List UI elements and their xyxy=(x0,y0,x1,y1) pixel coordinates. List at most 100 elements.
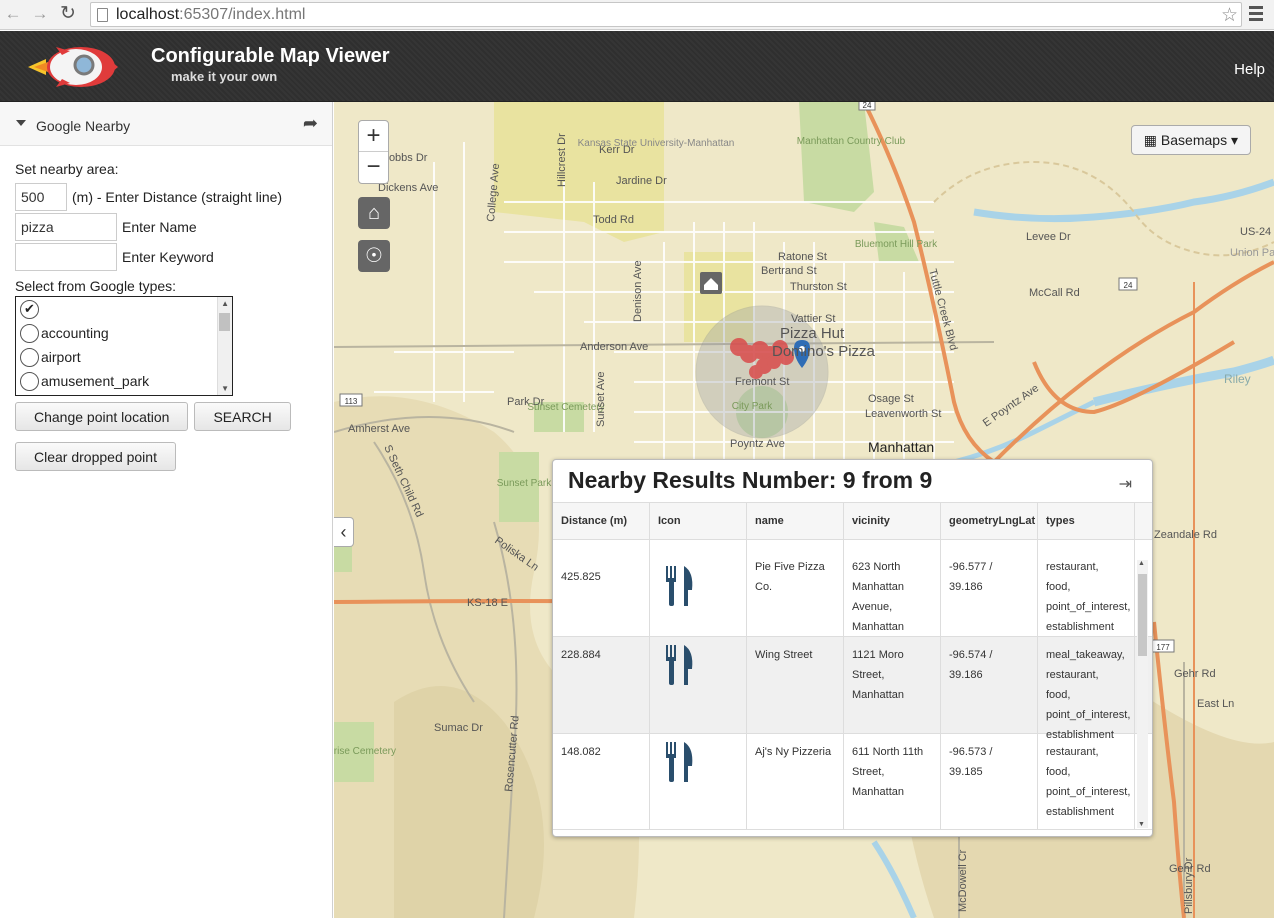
name-input[interactable] xyxy=(15,213,117,241)
radio-icon[interactable] xyxy=(20,347,39,367)
map-label-sunset-park: Sunset Park xyxy=(497,478,552,489)
results-scrollbar[interactable]: ▲ ▼ xyxy=(1137,560,1148,828)
column-header[interactable]: Distance (m) xyxy=(553,503,650,539)
grid-icon: ▦ xyxy=(1143,132,1158,148)
keyword-label: Enter Keyword xyxy=(122,249,214,265)
sidebar-collapse-chevron-icon[interactable]: ‹ xyxy=(334,517,354,547)
map-label-east-ln: East Ln xyxy=(1197,698,1234,710)
address-bar[interactable]: localhost:65307/index.html ☆ xyxy=(90,2,1242,27)
map-label-sunset-cemetery: Sunset Cemetery xyxy=(527,402,604,413)
type-option[interactable]: accounting xyxy=(16,321,232,345)
zoom-control: + − xyxy=(358,120,389,184)
distance-input[interactable] xyxy=(15,183,67,211)
map-label-todd: Todd Rd xyxy=(593,214,634,226)
map-label-ratone: Ratone St xyxy=(778,251,827,263)
name-label: Enter Name xyxy=(122,219,197,235)
basemaps-button[interactable]: ▦ Basemaps ▾ xyxy=(1130,125,1251,155)
scroll-down-icon[interactable]: ▼ xyxy=(221,384,229,393)
home-icon[interactable]: ⌂ xyxy=(358,197,390,229)
hwy-shield-177: 177 xyxy=(1156,643,1170,652)
map-label-bluemont: Bluemont Hill Park xyxy=(855,239,938,250)
results-grid-header: Distance (m) Icon name vicinity geometry… xyxy=(553,502,1152,540)
map-label-amherst: Amherst Ave xyxy=(348,423,410,435)
type-option-none[interactable] xyxy=(16,297,232,321)
app-header: Configurable Map Viewer make it your own… xyxy=(0,31,1274,102)
map-label-jardine: Jardine Dr xyxy=(616,175,667,187)
map-label-manhattan: Manhattan xyxy=(868,439,934,455)
caret-down-icon: ▾ xyxy=(1230,132,1238,148)
change-point-button[interactable]: Change point location xyxy=(15,402,189,431)
results-grid-body: 425.825 Pie Five Pizza Co. 623 North Manha… xyxy=(553,540,1152,830)
panel-header[interactable]: Google Nearby ➦ xyxy=(0,102,332,146)
radio-icon[interactable] xyxy=(20,323,39,343)
restaurant-icon xyxy=(664,643,738,687)
map-label-anderson: Anderson Ave xyxy=(580,341,648,353)
column-header[interactable]: geometryLngLat xyxy=(941,503,1038,539)
map-label-sunrise-cemetery: Sunrise Cemetery xyxy=(334,746,396,757)
share-arrow-icon[interactable]: ➦ xyxy=(303,113,318,134)
export-icon[interactable]: ⇥ xyxy=(1119,474,1132,494)
map-label-union-pac: Union Pac xyxy=(1230,247,1274,259)
results-panel: Nearby Results Number: 9 from 9 ⇥ Distan… xyxy=(552,459,1153,837)
map-label-pillsbury: Pillsbury Dr xyxy=(1183,857,1195,914)
google-types-list[interactable]: accounting airport amusement_park ▲ ▼ xyxy=(15,296,233,396)
table-row[interactable]: 148.082 Aj's Ny Pizzeria 611 North 11th S… xyxy=(553,734,1152,830)
types-label: Select from Google types: xyxy=(15,278,177,294)
table-row[interactable]: 228.884 Wing Street 1121 Moro Street, Manh… xyxy=(553,637,1152,741)
hwy-shield-24: 24 xyxy=(863,102,872,110)
scroll-up-icon[interactable]: ▲ xyxy=(221,299,229,308)
browser-menu-icon[interactable] xyxy=(1249,6,1263,24)
column-header[interactable]: vicinity xyxy=(844,503,941,539)
scroll-thumb[interactable] xyxy=(219,313,230,331)
zoom-in-button[interactable]: + xyxy=(359,121,388,152)
type-option[interactable]: amusement_park xyxy=(16,369,232,393)
scroll-thumb[interactable] xyxy=(1138,574,1147,656)
keyword-input[interactable] xyxy=(15,243,117,271)
sidebar: Google Nearby ➦ Set nearby area: (m) - E… xyxy=(0,102,333,918)
map-label-riley: Riley xyxy=(1224,372,1251,386)
set-area-label: Set nearby area: xyxy=(15,161,119,177)
clear-point-button[interactable]: Clear dropped point xyxy=(15,442,176,471)
map-label-zeandale: Zeandale Rd xyxy=(1154,529,1217,541)
map-label-us24: US-24 E xyxy=(1240,226,1274,238)
map-label-sunset-ave: Sunset Ave xyxy=(595,372,607,427)
search-button[interactable]: SEARCH xyxy=(194,402,291,431)
map-label-hillcrest: Hillcrest Dr xyxy=(556,133,568,187)
back-arrow-icon[interactable]: ← xyxy=(3,4,23,24)
scroll-down-icon[interactable]: ▼ xyxy=(1138,821,1145,828)
map-label-mccall: McCall Rd xyxy=(1029,287,1080,299)
map-label-dominos: Domino's Pizza xyxy=(772,343,876,360)
locate-crosshair-icon[interactable]: ☉ xyxy=(358,240,390,272)
radio-checked-icon[interactable] xyxy=(20,299,39,319)
map-label-poyntz: Poyntz Ave xyxy=(730,438,785,450)
column-header[interactable]: types xyxy=(1038,503,1135,539)
collapse-caret-icon[interactable] xyxy=(16,120,26,126)
map-label-pizza-hut: Pizza Hut xyxy=(780,325,845,342)
help-link[interactable]: Help xyxy=(1234,61,1265,78)
map-label-levee: Levee Dr xyxy=(1026,231,1071,243)
map-label-osage: Osage St xyxy=(868,393,914,405)
radio-icon[interactable] xyxy=(20,371,39,391)
map-label-dickens: Dickens Ave xyxy=(378,182,438,194)
map-label-leavenworth: Leavenworth St xyxy=(865,408,941,420)
column-header[interactable]: Icon xyxy=(650,503,747,539)
scroll-up-icon[interactable]: ▲ xyxy=(1138,560,1145,567)
type-option[interactable]: airport xyxy=(16,345,232,369)
bookmark-star-icon[interactable]: ☆ xyxy=(1221,4,1238,27)
url-text: localhost:65307/index.html xyxy=(116,6,306,23)
map-label-sumac: Sumac Dr xyxy=(434,722,483,734)
map-label-fremont: Fremont St xyxy=(735,376,789,388)
hwy-shield-24b: 24 xyxy=(1124,281,1133,290)
panel-title: Google Nearby xyxy=(36,118,131,134)
map-label-mcdowell: McDowell Cr xyxy=(957,849,969,912)
list-scrollbar[interactable]: ▲ ▼ xyxy=(217,297,232,395)
column-header[interactable]: name xyxy=(747,503,844,539)
map-label-kansas-state: Kansas State University-Manhattan xyxy=(578,138,735,149)
zoom-out-button[interactable]: − xyxy=(359,152,388,183)
map-label-denison: Denison Ave xyxy=(632,260,644,322)
app-subtitle: make it your own xyxy=(171,69,278,84)
results-title: Nearby Results Number: 9 from 9 xyxy=(568,467,933,493)
reload-icon[interactable]: ↻ xyxy=(58,4,78,24)
table-row[interactable]: 425.825 Pie Five Pizza Co. 623 North Manha… xyxy=(553,540,1152,637)
forward-arrow-icon[interactable]: → xyxy=(30,4,50,24)
